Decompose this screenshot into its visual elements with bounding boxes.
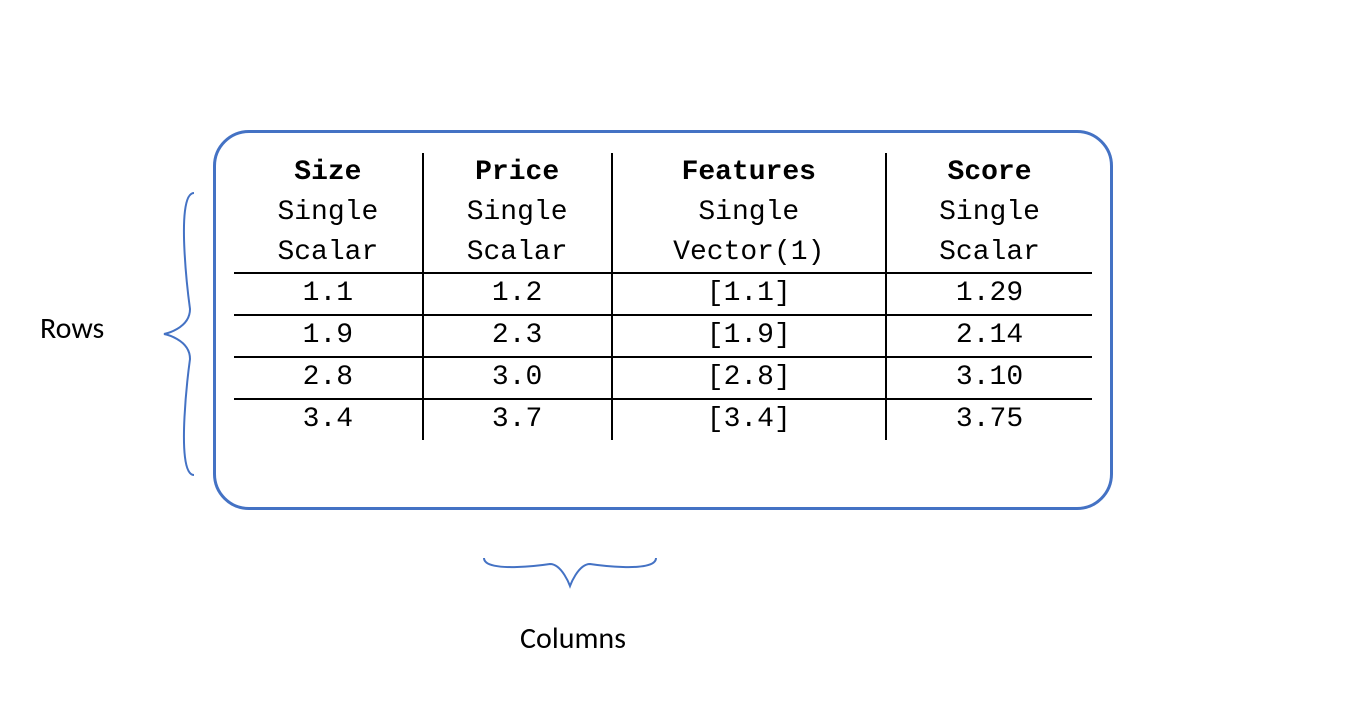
table-row: 3.4 3.7 [3.4] 3.75 [234, 399, 1092, 440]
col-sub: Scalar [423, 233, 612, 274]
rows-brace-icon [160, 189, 200, 479]
col-sub: Scalar [886, 233, 1092, 274]
col-sub: Single [234, 193, 423, 233]
cell-score: 3.75 [886, 399, 1092, 440]
col-name: Features [682, 157, 816, 188]
table-row: 1.1 1.2 [1.1] 1.29 [234, 273, 1092, 315]
cell-price: 1.2 [423, 273, 612, 315]
columns-axis-label: Columns [520, 620, 626, 657]
table-header-row-line3: Scalar Scalar Vector(1) Scalar [234, 233, 1092, 274]
col-header-score: Score [886, 153, 1092, 193]
col-header-features: Features [612, 153, 887, 193]
cell-price: 3.7 [423, 399, 612, 440]
col-sub: Scalar [234, 233, 423, 274]
col-sub: Single [886, 193, 1092, 233]
table-header-row-names: Size Price Features Score [234, 153, 1092, 193]
col-sub: Single [612, 193, 887, 233]
col-header-price: Price [423, 153, 612, 193]
data-table-card: Size Price Features Score Single Single … [213, 130, 1113, 510]
cell-size: 1.1 [234, 273, 423, 315]
cell-features: [1.1] [612, 273, 887, 315]
col-sub: Single [423, 193, 612, 233]
rows-axis-label: Rows [40, 310, 104, 347]
col-name: Score [948, 157, 1032, 188]
cell-score: 1.29 [886, 273, 1092, 315]
col-header-size: Size [234, 153, 423, 193]
cell-size: 1.9 [234, 315, 423, 357]
cell-score: 2.14 [886, 315, 1092, 357]
cell-size: 2.8 [234, 357, 423, 399]
col-name: Price [475, 157, 559, 188]
cell-size: 3.4 [234, 399, 423, 440]
cell-score: 3.10 [886, 357, 1092, 399]
cell-price: 3.0 [423, 357, 612, 399]
data-table: Size Price Features Score Single Single … [234, 153, 1092, 440]
col-sub: Vector(1) [612, 233, 887, 274]
columns-brace-icon [480, 554, 660, 590]
cell-features: [2.8] [612, 357, 887, 399]
col-name: Size [294, 157, 361, 188]
table-header-row-line2: Single Single Single Single [234, 193, 1092, 233]
cell-price: 2.3 [423, 315, 612, 357]
cell-features: [3.4] [612, 399, 887, 440]
cell-features: [1.9] [612, 315, 887, 357]
table-row: 2.8 3.0 [2.8] 3.10 [234, 357, 1092, 399]
table-row: 1.9 2.3 [1.9] 2.14 [234, 315, 1092, 357]
